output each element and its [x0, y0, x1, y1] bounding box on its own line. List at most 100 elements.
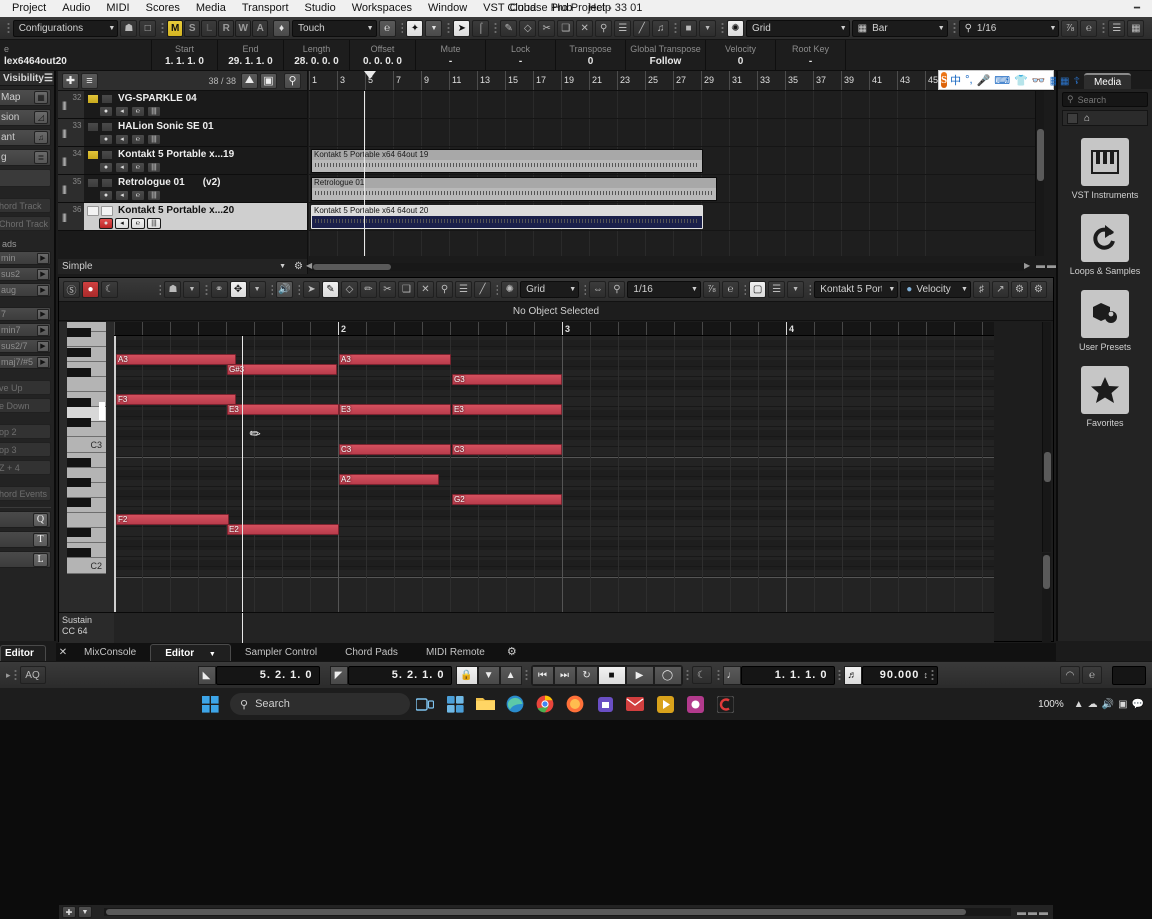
media-item-favorites[interactable]: Favorites — [1065, 366, 1145, 428]
tab-media[interactable]: Media — [1083, 73, 1132, 89]
track-solo-chip[interactable] — [101, 121, 113, 132]
stop-button[interactable]: ■ — [597, 665, 626, 685]
editor-zoom-slider[interactable]: ▬▬▬ — [1017, 907, 1050, 917]
play-icon[interactable]: ▶ — [37, 324, 49, 336]
track-row[interactable]: ||| 35 Retrologue 01 (v2) ● ◂ ℮ ||| — [58, 175, 307, 203]
tab-editor[interactable]: Editor ▼ — [150, 644, 231, 661]
edge-icon[interactable] — [500, 688, 530, 720]
menu-item-window[interactable]: Window — [420, 0, 475, 17]
punch-in-icon[interactable]: ▼ — [477, 665, 500, 685]
track-solo-chip[interactable] — [101, 149, 113, 160]
midi-note[interactable]: A3 — [116, 354, 236, 365]
track-instrument-button[interactable]: ||| — [147, 217, 161, 229]
editor-output-dropdown[interactable]: Kontakt 5 Porta. ▼ — [814, 281, 899, 298]
editor-auto-quantize-icon[interactable]: ℮ — [721, 281, 739, 298]
track-mute-chip[interactable] — [87, 149, 99, 160]
midi-note[interactable]: F3 — [116, 394, 236, 405]
chord-row-maj7s5[interactable]: maj7/#5 ▶ — [0, 355, 51, 369]
erase-icon[interactable]: ◇ — [519, 19, 537, 37]
editor-quantize-dropdown[interactable]: 1/16 ▼ — [627, 281, 701, 298]
gear-icon[interactable]: ⚙ — [499, 644, 525, 661]
tempo-track-icon[interactable]: ♬ — [843, 665, 862, 685]
skin-icon[interactable]: 👕 — [1014, 74, 1028, 87]
media-item-user-presets[interactable]: User Presets — [1065, 290, 1145, 352]
chord-row-aug[interactable]: aug ▶ — [0, 283, 51, 297]
editor-handle-3[interactable] — [270, 282, 273, 297]
split-icon[interactable]: ✂ — [538, 19, 556, 37]
left-row-drop2[interactable]: op 2 — [0, 424, 51, 439]
track-solo-chip[interactable] — [101, 93, 113, 104]
editor-handle-4[interactable] — [297, 282, 300, 297]
start-icon[interactable] — [190, 688, 230, 720]
chord-row-7[interactable]: 7 ▶ — [0, 307, 51, 321]
zoom-tool-icon[interactable]: ⚲ — [595, 19, 613, 37]
mail-icon[interactable] — [620, 688, 650, 720]
right-locator-value[interactable]: 5. 2. 1. 0 — [347, 665, 452, 685]
menu-item-scores[interactable]: Scores — [138, 0, 188, 17]
toolbar-handle-9[interactable] — [1102, 21, 1106, 35]
editor-zoom-icon[interactable]: ⚲ — [435, 281, 453, 298]
toolbar-handle[interactable] — [6, 21, 10, 35]
midi-note[interactable]: C3 — [452, 444, 562, 455]
play-tool-icon[interactable]: ♫ — [652, 19, 670, 37]
combine-tools-dropdown[interactable]: ▼ — [425, 19, 443, 37]
toolbar-handle-7[interactable] — [721, 21, 724, 35]
gear-icon[interactable]: ⚙ — [294, 261, 303, 272]
track-mute-chip[interactable] — [87, 93, 99, 104]
menu-item-vst-cloud[interactable]: VST Cloud — [475, 0, 544, 17]
editor-quantize-search-icon[interactable]: ⚲ — [608, 281, 626, 298]
close-icon[interactable]: ✕ — [56, 644, 70, 661]
chord-row-sus27[interactable]: sus2/7 ▶ — [0, 339, 51, 353]
record-button[interactable]: ◯ — [653, 665, 682, 685]
left-bottom-tab-editor[interactable]: Editor — [0, 645, 46, 661]
cubase-icon[interactable] — [710, 688, 740, 720]
editor-erase-icon[interactable]: ◇ — [340, 281, 358, 298]
track-monitor-button[interactable]: ◂ — [115, 161, 129, 173]
menu-item-project[interactable]: Project — [4, 0, 54, 17]
editor-handle-7[interactable] — [743, 282, 747, 297]
color-tool-icon[interactable]: ■ — [680, 19, 698, 37]
automation-panel-icon[interactable]: ♦ — [273, 19, 291, 37]
info-field-length[interactable]: Length 28. 0. 0. 0 — [284, 40, 350, 70]
editor-snap-icon[interactable]: ✺ — [501, 281, 519, 298]
arrow-icon[interactable]: ▲ — [1074, 699, 1084, 710]
track-row[interactable]: ||| 32 VG-SPARKLE 04 ● ◂ ℮ ||| — [58, 91, 307, 119]
line-tool-icon[interactable]: ╱ — [633, 19, 651, 37]
midi-note[interactable]: A2 — [339, 474, 439, 485]
track-edit-button[interactable]: ℮ — [131, 217, 145, 229]
piano-roll-grid[interactable]: Kontakt 5 Portable x64 64out 20 A3 G#3 A… — [114, 336, 994, 612]
network-icon[interactable]: ☁ — [1088, 699, 1098, 710]
editor-quantize-settings-icon[interactable]: ⅞ — [702, 281, 720, 298]
chevron-down-icon[interactable]: ▼ — [279, 263, 286, 270]
midi-note[interactable]: A3 — [339, 354, 451, 365]
task-view-icon[interactable] — [410, 688, 440, 720]
volume-icon[interactable]: 🔊 — [1102, 699, 1114, 710]
midi-note[interactable]: G#3 — [227, 364, 337, 375]
left-row-to-chord-track[interactable]: Chord Track — [0, 216, 51, 231]
part-clip[interactable]: Kontakt 5 Portable x64 64out 19 — [311, 149, 703, 173]
toolbar-handle-6[interactable] — [674, 21, 678, 35]
track-name[interactable]: Kontakt 5 Portable x...19 — [118, 149, 234, 160]
menu-item-hub[interactable]: Hub — [544, 0, 580, 17]
track-edit-button[interactable]: ℮ — [131, 133, 145, 145]
editor-trim-icon[interactable]: ✏ — [359, 281, 377, 298]
minimize-icon[interactable]: ━ — [1122, 0, 1152, 17]
editor-controller-dropdown[interactable]: ● Velocity ▼ — [900, 281, 971, 298]
midi-activity-icon[interactable]: ◠ — [1060, 666, 1080, 684]
tempo-stepper[interactable]: ↕ — [924, 670, 929, 680]
editor-open-window-icon[interactable]: ↗ — [991, 281, 1009, 298]
track-edit-button[interactable]: ℮ — [131, 161, 145, 173]
chrome-icon[interactable] — [530, 688, 560, 720]
transport-handle-6[interactable] — [931, 668, 935, 682]
track-monitor-button[interactable]: ◂ — [115, 217, 129, 229]
track-instrument-button[interactable]: ||| — [147, 161, 161, 173]
arrange-area[interactable]: Kontakt 5 Portable x64 64out 19 Retrolog… — [309, 91, 1044, 256]
auto-quantize-icon[interactable]: ℮ — [1080, 19, 1098, 37]
editor-transform-menu[interactable]: ▼ — [248, 281, 266, 298]
editor-speaker-icon[interactable]: 🔊 — [275, 281, 293, 298]
listen-button[interactable]: L — [201, 19, 218, 37]
transport-handle-3[interactable] — [685, 668, 689, 682]
track-instrument-button[interactable]: ||| — [147, 105, 161, 117]
quantize-settings-icon[interactable]: ⅞ — [1061, 19, 1079, 37]
play-icon[interactable]: ▶ — [37, 284, 49, 296]
